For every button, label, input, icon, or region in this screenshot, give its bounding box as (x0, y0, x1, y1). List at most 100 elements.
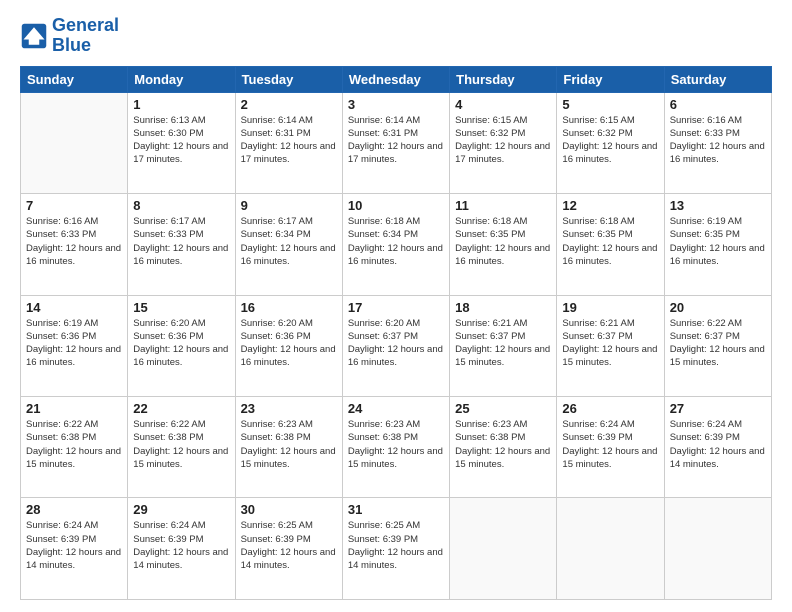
header: General Blue (20, 16, 772, 56)
day-info: Sunrise: 6:22 AMSunset: 6:37 PMDaylight:… (670, 317, 766, 370)
day-number: 16 (241, 300, 337, 315)
day-number: 17 (348, 300, 444, 315)
calendar-cell: 19 Sunrise: 6:21 AMSunset: 6:37 PMDayligh… (557, 295, 664, 396)
calendar-cell (450, 498, 557, 600)
day-number: 14 (26, 300, 122, 315)
day-number: 22 (133, 401, 229, 416)
week-row-0: 1 Sunrise: 6:13 AMSunset: 6:30 PMDaylight… (21, 92, 772, 193)
calendar-cell: 2Sunrise: 6:14 AMSunset: 6:31 PMDaylight… (235, 92, 342, 193)
day-info: Sunrise: 6:15 AMSunset: 6:32 PMDaylight:… (562, 114, 658, 167)
day-number: 13 (670, 198, 766, 213)
day-number: 30 (241, 502, 337, 517)
calendar-table: SundayMondayTuesdayWednesdayThursdayFrid… (20, 66, 772, 600)
day-number: 20 (670, 300, 766, 315)
calendar-cell: 28 Sunrise: 6:24 AMSunset: 6:39 PMDayligh… (21, 498, 128, 600)
day-number: 11 (455, 198, 551, 213)
calendar-cell: 5Sunrise: 6:15 AMSunset: 6:32 PMDaylight… (557, 92, 664, 193)
calendar-cell (21, 92, 128, 193)
day-info: Sunrise: 6:17 AMSunset: 6:34 PMDaylight:… (241, 215, 337, 268)
day-info: Sunrise: 6:21 AMSunset: 6:37 PMDaylight:… (562, 317, 658, 370)
calendar-cell: 30 Sunrise: 6:25 AMSunset: 6:39 PMDayligh… (235, 498, 342, 600)
day-number: 21 (26, 401, 122, 416)
day-info: Sunrise: 6:23 AMSunset: 6:38 PMDaylight:… (348, 418, 444, 471)
day-number: 3 (348, 97, 444, 112)
week-row-1: 7 Sunrise: 6:16 AMSunset: 6:33 PMDaylight… (21, 194, 772, 295)
calendar-cell: 6Sunrise: 6:16 AMSunset: 6:33 PMDaylight… (664, 92, 771, 193)
day-info: Sunrise: 6:25 AMSunset: 6:39 PMDaylight:… (348, 519, 444, 572)
day-info: Sunrise: 6:13 AMSunset: 6:30 PMDaylight:… (133, 114, 229, 167)
week-row-2: 14 Sunrise: 6:19 AMSunset: 6:36 PMDayligh… (21, 295, 772, 396)
calendar-cell: 16Sunrise: 6:20 AMSunset: 6:36 PMDayligh… (235, 295, 342, 396)
weekday-header-monday: Monday (128, 66, 235, 92)
day-info: Sunrise: 6:19 AMSunset: 6:35 PMDaylight:… (670, 215, 766, 268)
weekday-header-sunday: Sunday (21, 66, 128, 92)
calendar-cell: 20 Sunrise: 6:22 AMSunset: 6:37 PMDayligh… (664, 295, 771, 396)
day-info: Sunrise: 6:18 AMSunset: 6:35 PMDaylight:… (562, 215, 658, 268)
day-number: 15 (133, 300, 229, 315)
day-number: 29 (133, 502, 229, 517)
day-number: 31 (348, 502, 444, 517)
day-number: 25 (455, 401, 551, 416)
calendar-cell (557, 498, 664, 600)
day-number: 26 (562, 401, 658, 416)
logo-text: General Blue (52, 16, 119, 56)
calendar-cell: 8 Sunrise: 6:17 AMSunset: 6:33 PMDaylight… (128, 194, 235, 295)
day-info: Sunrise: 6:22 AMSunset: 6:38 PMDaylight:… (26, 418, 122, 471)
calendar-cell: 22 Sunrise: 6:22 AMSunset: 6:38 PMDayligh… (128, 397, 235, 498)
calendar-cell: 24 Sunrise: 6:23 AMSunset: 6:38 PMDayligh… (342, 397, 449, 498)
day-info: Sunrise: 6:24 AMSunset: 6:39 PMDaylight:… (562, 418, 658, 471)
weekday-header-saturday: Saturday (664, 66, 771, 92)
weekday-header-tuesday: Tuesday (235, 66, 342, 92)
calendar-cell: 23 Sunrise: 6:23 AMSunset: 6:38 PMDayligh… (235, 397, 342, 498)
day-info: Sunrise: 6:16 AMSunset: 6:33 PMDaylight:… (26, 215, 122, 268)
calendar-cell: 9 Sunrise: 6:17 AMSunset: 6:34 PMDaylight… (235, 194, 342, 295)
day-number: 18 (455, 300, 551, 315)
day-number: 2 (241, 97, 337, 112)
calendar-cell: 14 Sunrise: 6:19 AMSunset: 6:36 PMDayligh… (21, 295, 128, 396)
calendar-cell: 7 Sunrise: 6:16 AMSunset: 6:33 PMDaylight… (21, 194, 128, 295)
weekday-header-thursday: Thursday (450, 66, 557, 92)
day-number: 28 (26, 502, 122, 517)
weekday-header-wednesday: Wednesday (342, 66, 449, 92)
day-info: Sunrise: 6:18 AMSunset: 6:34 PMDaylight:… (348, 215, 444, 268)
calendar-cell: 26 Sunrise: 6:24 AMSunset: 6:39 PMDayligh… (557, 397, 664, 498)
day-info: Sunrise: 6:24 AMSunset: 6:39 PMDaylight:… (133, 519, 229, 572)
day-number: 9 (241, 198, 337, 213)
calendar-cell: 21 Sunrise: 6:22 AMSunset: 6:38 PMDayligh… (21, 397, 128, 498)
calendar-cell: 1 Sunrise: 6:13 AMSunset: 6:30 PMDaylight… (128, 92, 235, 193)
day-info: Sunrise: 6:17 AMSunset: 6:33 PMDaylight:… (133, 215, 229, 268)
day-info: Sunrise: 6:20 AMSunset: 6:36 PMDaylight:… (133, 317, 229, 370)
day-number: 1 (133, 97, 229, 112)
calendar-cell: 29 Sunrise: 6:24 AMSunset: 6:39 PMDayligh… (128, 498, 235, 600)
calendar-cell: 25 Sunrise: 6:23 AMSunset: 6:38 PMDayligh… (450, 397, 557, 498)
day-number: 23 (241, 401, 337, 416)
day-number: 12 (562, 198, 658, 213)
calendar-cell (664, 498, 771, 600)
weekday-header-friday: Friday (557, 66, 664, 92)
calendar-cell: 31 Sunrise: 6:25 AMSunset: 6:39 PMDayligh… (342, 498, 449, 600)
day-number: 4 (455, 97, 551, 112)
day-info: Sunrise: 6:15 AMSunset: 6:32 PMDaylight:… (455, 114, 551, 167)
day-number: 24 (348, 401, 444, 416)
day-info: Sunrise: 6:24 AMSunset: 6:39 PMDaylight:… (26, 519, 122, 572)
week-row-4: 28 Sunrise: 6:24 AMSunset: 6:39 PMDayligh… (21, 498, 772, 600)
day-info: Sunrise: 6:24 AMSunset: 6:39 PMDaylight:… (670, 418, 766, 471)
day-info: Sunrise: 6:22 AMSunset: 6:38 PMDaylight:… (133, 418, 229, 471)
day-info: Sunrise: 6:18 AMSunset: 6:35 PMDaylight:… (455, 215, 551, 268)
day-info: Sunrise: 6:25 AMSunset: 6:39 PMDaylight:… (241, 519, 337, 572)
day-info: Sunrise: 6:20 AMSunset: 6:37 PMDaylight:… (348, 317, 444, 370)
day-number: 27 (670, 401, 766, 416)
day-number: 6 (670, 97, 766, 112)
day-info: Sunrise: 6:23 AMSunset: 6:38 PMDaylight:… (241, 418, 337, 471)
calendar-cell: 27 Sunrise: 6:24 AMSunset: 6:39 PMDayligh… (664, 397, 771, 498)
day-info: Sunrise: 6:23 AMSunset: 6:38 PMDaylight:… (455, 418, 551, 471)
day-number: 10 (348, 198, 444, 213)
calendar-cell: 4 Sunrise: 6:15 AMSunset: 6:32 PMDaylight… (450, 92, 557, 193)
day-info: Sunrise: 6:19 AMSunset: 6:36 PMDaylight:… (26, 317, 122, 370)
day-number: 7 (26, 198, 122, 213)
day-number: 19 (562, 300, 658, 315)
calendar-cell: 18Sunrise: 6:21 AMSunset: 6:37 PMDayligh… (450, 295, 557, 396)
day-number: 8 (133, 198, 229, 213)
weekday-header-row: SundayMondayTuesdayWednesdayThursdayFrid… (21, 66, 772, 92)
logo-icon (20, 22, 48, 50)
